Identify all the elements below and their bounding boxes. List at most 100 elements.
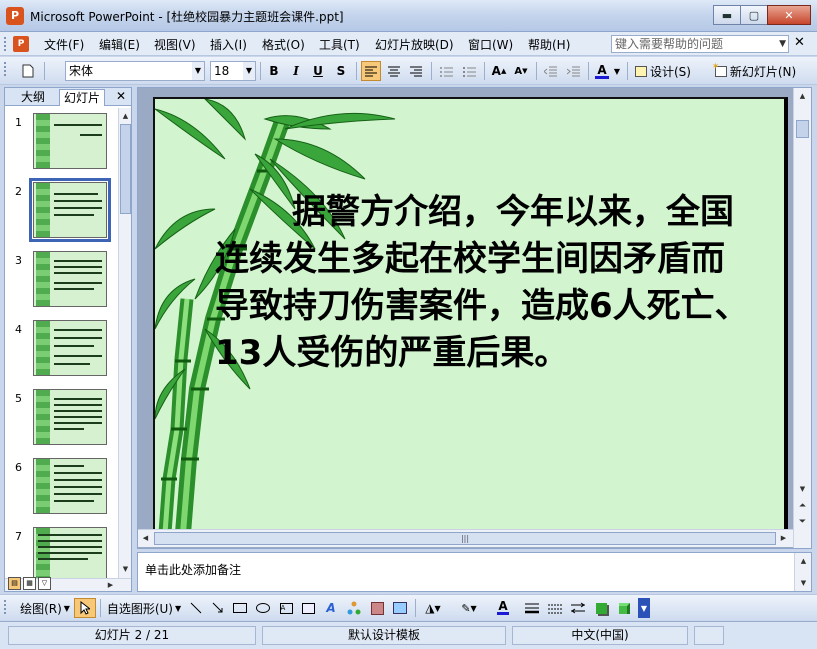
select-pointer-icon[interactable]: [74, 598, 96, 618]
align-center-icon[interactable]: [384, 61, 404, 81]
scrollbar-thumb[interactable]: [120, 124, 131, 214]
toolbar-options-icon[interactable]: ▼: [638, 598, 650, 618]
menu-help[interactable]: 帮助(H): [528, 36, 570, 53]
scroll-right-icon[interactable]: ▶: [778, 532, 789, 544]
vertical-textbox-icon[interactable]: [298, 598, 318, 618]
scroll-down-icon[interactable]: ▼: [120, 563, 131, 575]
tab-outline[interactable]: 大纲: [17, 89, 49, 106]
pane-close-icon[interactable]: ✕: [116, 89, 126, 103]
scrollbar-thumb[interactable]: |||: [154, 532, 776, 545]
toolbar-grip-icon[interactable]: [4, 600, 8, 614]
slide-thumbnail[interactable]: [33, 527, 107, 578]
slide-thumbnail[interactable]: [33, 389, 107, 445]
minimize-button[interactable]: ▬: [713, 5, 741, 25]
slideshow-icon[interactable]: ▽: [38, 577, 51, 590]
document-icon[interactable]: P: [13, 36, 29, 52]
line-tool-icon[interactable]: [186, 598, 206, 618]
scroll-down-icon[interactable]: ▼: [798, 577, 809, 589]
slide-thumbnail[interactable]: [33, 320, 107, 376]
powerpoint-app-icon[interactable]: P: [6, 7, 24, 25]
maximize-button[interactable]: ▢: [740, 5, 768, 25]
thumbnail-scrollbar[interactable]: ▲ ▼: [118, 108, 131, 578]
scroll-up-icon[interactable]: ▲: [120, 110, 131, 122]
italic-button[interactable]: I: [286, 61, 306, 81]
help-search-input[interactable]: 键入需要帮助的问题 ▼: [611, 35, 789, 53]
arrow-style-icon[interactable]: [568, 598, 588, 618]
menu-tools[interactable]: 工具(T): [319, 36, 360, 53]
tab-slides[interactable]: 幻灯片: [59, 89, 106, 106]
fill-color-button[interactable]: ◮ ▼: [420, 598, 446, 618]
align-left-icon[interactable]: [361, 61, 381, 81]
design-button[interactable]: 设计(S): [632, 61, 694, 81]
slide-thumbnail[interactable]: [33, 458, 107, 514]
chevron-down-icon[interactable]: ▼: [243, 62, 255, 80]
new-slide-button[interactable]: ✶ 新幻灯片(N): [698, 61, 813, 81]
template-status[interactable]: 默认设计模板: [262, 626, 506, 645]
font-color-draw-button[interactable]: A: [490, 598, 516, 618]
dash-style-icon[interactable]: [545, 598, 565, 618]
slide-vertical-scrollbar[interactable]: ▲ ▼ ⏶ ⏷: [793, 88, 811, 548]
thumbnail-row[interactable]: 7: [5, 522, 117, 578]
textbox-tool-icon[interactable]: A: [276, 598, 296, 618]
notes-pane[interactable]: 单击此处添加备注 ▲ ▼: [137, 552, 812, 592]
slide-body-text[interactable]: 据警方介绍，今年以来，全国连续发生多起在校学生间因矛盾而导致持刀伤害案件，造成6…: [215, 189, 755, 377]
oval-tool-icon[interactable]: [253, 598, 273, 618]
next-slide-icon[interactable]: ⏷: [797, 516, 808, 528]
thumbnail-row[interactable]: 3: [5, 246, 117, 315]
toolbar-grip-icon[interactable]: [4, 62, 8, 76]
scroll-up-icon[interactable]: ▲: [797, 90, 808, 102]
notes-placeholder[interactable]: 单击此处添加备注: [145, 561, 241, 578]
shadow-style-icon[interactable]: [591, 598, 611, 618]
close-button[interactable]: ✕: [767, 5, 811, 25]
autoshapes-button[interactable]: 自选图形(U) ▼: [104, 598, 184, 618]
normal-view-icon[interactable]: ▤: [8, 577, 21, 590]
underline-button[interactable]: U: [308, 61, 328, 81]
document-close-button[interactable]: ✕: [794, 35, 805, 50]
menu-edit[interactable]: 编辑(E): [99, 36, 140, 53]
rectangle-tool-icon[interactable]: [230, 598, 250, 618]
chevron-down-icon[interactable]: ▼: [192, 62, 204, 80]
scroll-up-icon[interactable]: ▲: [798, 555, 809, 567]
3d-style-icon[interactable]: [614, 598, 634, 618]
font-name-select[interactable]: 宋体 ▼: [65, 61, 205, 81]
menu-insert[interactable]: 插入(I): [210, 36, 247, 53]
bold-button[interactable]: B: [264, 61, 284, 81]
menu-window[interactable]: 窗口(W): [468, 36, 513, 53]
arrow-tool-icon[interactable]: [208, 598, 228, 618]
line-color-button[interactable]: ✎ ▼: [456, 598, 482, 618]
font-color-button[interactable]: A: [592, 61, 612, 81]
menu-view[interactable]: 视图(V): [154, 36, 196, 53]
new-document-icon[interactable]: [18, 61, 38, 81]
decrease-indent-icon[interactable]: [540, 61, 560, 81]
thumbnail-row[interactable]: 2: [5, 177, 117, 246]
previous-slide-icon[interactable]: ⏶: [797, 500, 808, 512]
wordart-icon[interactable]: A: [321, 598, 341, 618]
align-right-icon[interactable]: [406, 61, 426, 81]
scroll-down-icon[interactable]: ▼: [797, 483, 808, 495]
numbered-list-icon[interactable]: [436, 61, 456, 81]
thumbnail-row[interactable]: 6: [5, 453, 117, 522]
increase-indent-icon[interactable]: [563, 61, 583, 81]
thumbnail-row[interactable]: 5: [5, 384, 117, 453]
current-slide[interactable]: 据警方介绍，今年以来，全国连续发生多起在校学生间因矛盾而导致持刀伤害案件，造成6…: [153, 97, 788, 531]
thumbnail-row[interactable]: 4: [5, 315, 117, 384]
clipart-icon[interactable]: [367, 598, 387, 618]
slide-sorter-icon[interactable]: ▦: [23, 577, 36, 590]
chevron-down-icon[interactable]: ▼: [779, 36, 786, 52]
increase-font-icon[interactable]: A ▲: [489, 61, 509, 81]
scroll-right-icon[interactable]: ▶: [105, 579, 116, 591]
shadow-button[interactable]: S: [331, 61, 351, 81]
decrease-font-icon[interactable]: A ▼: [511, 61, 531, 81]
insert-picture-icon[interactable]: [390, 598, 410, 618]
slide-thumbnail-selected[interactable]: [29, 178, 111, 242]
chevron-down-icon[interactable]: ▼: [612, 61, 622, 81]
scroll-left-icon[interactable]: ◀: [140, 532, 151, 544]
slide-horizontal-scrollbar[interactable]: ◀ ||| ▶: [138, 529, 793, 547]
menu-format[interactable]: 格式(O): [262, 36, 305, 53]
thumbnail-row[interactable]: 1: [5, 108, 117, 177]
notes-scrollbar[interactable]: ▲ ▼: [794, 553, 811, 591]
slide-thumbnail[interactable]: [33, 251, 107, 307]
menu-file[interactable]: 文件(F): [44, 36, 84, 53]
bullet-list-icon[interactable]: [459, 61, 479, 81]
draw-menu-button[interactable]: 绘图(R) ▼: [18, 598, 72, 618]
